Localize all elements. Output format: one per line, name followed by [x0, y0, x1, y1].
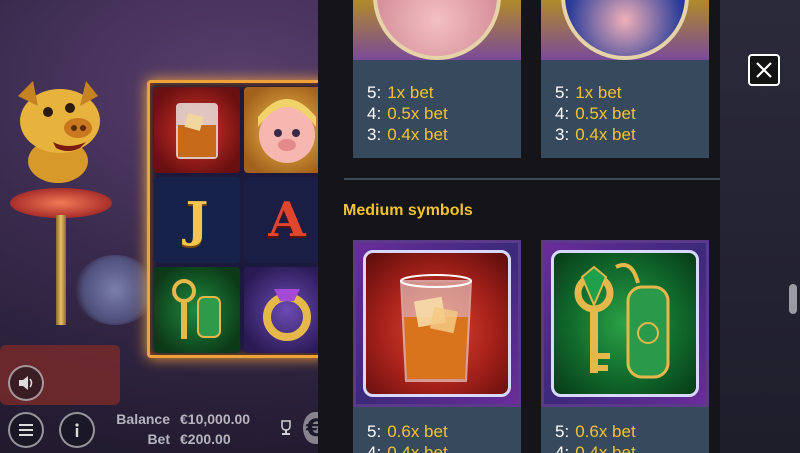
- pig-mascot: [8, 76, 108, 186]
- pay-row: 5: 1x bet: [555, 83, 622, 102]
- pay-row: 4: 0.4x bet: [367, 443, 448, 453]
- trophy-icon[interactable]: [278, 420, 294, 436]
- paytable-card-key: 5: 0.6x bet 4: 0.4x bet: [541, 240, 709, 453]
- bet-value: €200.00: [180, 431, 231, 447]
- flowers-decoration: [75, 255, 155, 325]
- symbol-image-whiskey: [353, 240, 521, 407]
- info-button[interactable]: [59, 412, 95, 448]
- symbol-image-hotel-key: [541, 240, 709, 407]
- pay-row: 5: 1x bet: [367, 83, 434, 102]
- pay-row: 3: 0.4x bet: [555, 125, 636, 144]
- pay-row: 4: 0.5x bet: [555, 104, 636, 123]
- menu-icon: [19, 424, 33, 436]
- pay-row: 5: 0.6x bet: [555, 422, 636, 441]
- symbol-image-boss-pig: [541, 0, 709, 60]
- sound-icon: [19, 376, 33, 390]
- scrollbar-thumb[interactable]: [789, 284, 797, 314]
- paytable-panel[interactable]: 5: 1x bet 4: 0.5x bet 3: 0.4x bet 5: 1x bet …: [318, 0, 720, 453]
- reel-cell-whiskey: [154, 87, 240, 173]
- symbol-image-lady-pig: [353, 0, 521, 60]
- close-icon: [756, 62, 772, 78]
- close-button[interactable]: [748, 54, 780, 86]
- pay-row: 4: 0.4x bet: [555, 443, 636, 453]
- pay-row: 3: 0.4x bet: [367, 125, 448, 144]
- section-divider: [344, 178, 720, 180]
- reel-cell-key: [154, 267, 240, 353]
- pay-row: 4: 0.5x bet: [367, 104, 448, 123]
- paytable-card-top-2: 5: 1x bet 4: 0.5x bet 3: 0.4x bet: [541, 0, 709, 158]
- pedestal-pole: [56, 215, 66, 325]
- section-title-medium-symbols: Medium symbols: [343, 202, 473, 219]
- info-icon: [75, 423, 79, 437]
- balance-value: €10,000.00: [180, 411, 251, 427]
- balance-label: Balance: [116, 411, 170, 427]
- sound-button[interactable]: [8, 365, 44, 401]
- reel-cell-j: J: [154, 177, 240, 263]
- paytable-card-top-1: 5: 1x bet 4: 0.5x bet 3: 0.4x bet: [353, 0, 521, 158]
- pedestal: [10, 188, 112, 218]
- reel-grid: J A: [147, 80, 330, 358]
- bet-label: Bet: [147, 431, 170, 447]
- reel-letter-j: J: [185, 192, 209, 248]
- paytable-card-whiskey: 5: 0.6x bet 4: 0.4x bet: [353, 240, 521, 453]
- menu-button[interactable]: [8, 412, 44, 448]
- pay-row: 5: 0.6x bet: [367, 422, 448, 441]
